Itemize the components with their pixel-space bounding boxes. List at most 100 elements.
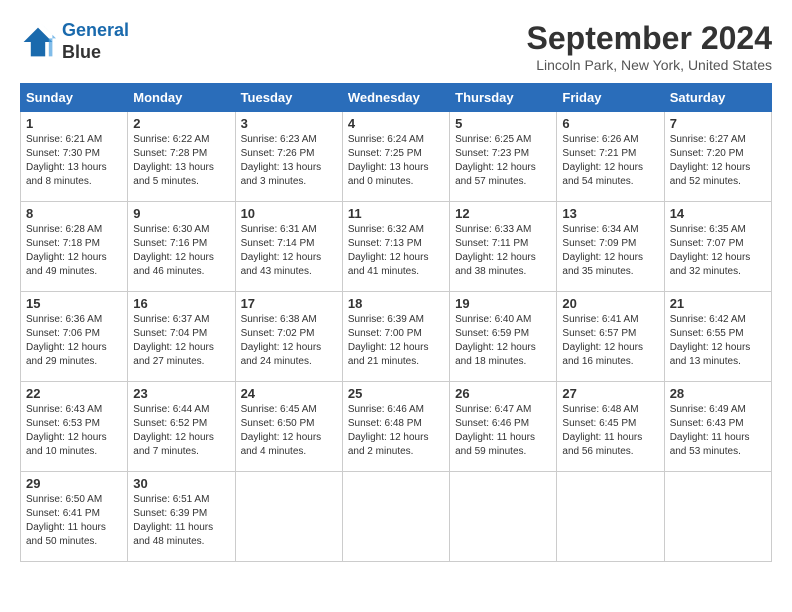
logo-line1: General bbox=[62, 20, 129, 40]
calendar-cell: 11 Sunrise: 6:32 AMSunset: 7:13 PMDaylig… bbox=[342, 202, 449, 292]
day-info: Sunrise: 6:21 AMSunset: 7:30 PMDaylight:… bbox=[26, 133, 122, 189]
calendar-cell: 10 Sunrise: 6:31 AMSunset: 7:14 PMDaylig… bbox=[235, 202, 342, 292]
calendar-table: SundayMondayTuesdayWednesdayThursdayFrid… bbox=[20, 83, 772, 562]
day-number: 2 bbox=[133, 116, 229, 131]
day-number: 9 bbox=[133, 206, 229, 221]
calendar-cell bbox=[235, 472, 342, 562]
calendar-cell: 25 Sunrise: 6:46 AMSunset: 6:48 PMDaylig… bbox=[342, 382, 449, 472]
day-info: Sunrise: 6:44 AMSunset: 6:52 PMDaylight:… bbox=[133, 403, 229, 459]
day-info: Sunrise: 6:33 AMSunset: 7:11 PMDaylight:… bbox=[455, 223, 551, 279]
day-info: Sunrise: 6:24 AMSunset: 7:25 PMDaylight:… bbox=[348, 133, 444, 189]
day-info: Sunrise: 6:36 AMSunset: 7:06 PMDaylight:… bbox=[26, 313, 122, 369]
day-number: 28 bbox=[670, 386, 766, 401]
day-info: Sunrise: 6:31 AMSunset: 7:14 PMDaylight:… bbox=[241, 223, 337, 279]
calendar-cell: 5 Sunrise: 6:25 AMSunset: 7:23 PMDayligh… bbox=[450, 112, 557, 202]
day-number: 30 bbox=[133, 476, 229, 491]
weekday-header-saturday: Saturday bbox=[664, 84, 771, 112]
calendar-cell bbox=[557, 472, 664, 562]
day-number: 11 bbox=[348, 206, 444, 221]
day-info: Sunrise: 6:48 AMSunset: 6:45 PMDaylight:… bbox=[562, 403, 658, 459]
logo: General Blue bbox=[20, 20, 129, 63]
week-row-1: 1 Sunrise: 6:21 AMSunset: 7:30 PMDayligh… bbox=[21, 112, 772, 202]
day-number: 12 bbox=[455, 206, 551, 221]
calendar-cell: 28 Sunrise: 6:49 AMSunset: 6:43 PMDaylig… bbox=[664, 382, 771, 472]
day-number: 26 bbox=[455, 386, 551, 401]
calendar-cell: 13 Sunrise: 6:34 AMSunset: 7:09 PMDaylig… bbox=[557, 202, 664, 292]
location-subtitle: Lincoln Park, New York, United States bbox=[527, 57, 772, 73]
calendar-cell: 16 Sunrise: 6:37 AMSunset: 7:04 PMDaylig… bbox=[128, 292, 235, 382]
day-number: 18 bbox=[348, 296, 444, 311]
day-number: 6 bbox=[562, 116, 658, 131]
day-number: 19 bbox=[455, 296, 551, 311]
day-number: 3 bbox=[241, 116, 337, 131]
calendar-cell: 9 Sunrise: 6:30 AMSunset: 7:16 PMDayligh… bbox=[128, 202, 235, 292]
day-info: Sunrise: 6:42 AMSunset: 6:55 PMDaylight:… bbox=[670, 313, 766, 369]
day-info: Sunrise: 6:43 AMSunset: 6:53 PMDaylight:… bbox=[26, 403, 122, 459]
day-info: Sunrise: 6:46 AMSunset: 6:48 PMDaylight:… bbox=[348, 403, 444, 459]
logo-icon bbox=[20, 24, 56, 60]
day-info: Sunrise: 6:37 AMSunset: 7:04 PMDaylight:… bbox=[133, 313, 229, 369]
calendar-cell: 17 Sunrise: 6:38 AMSunset: 7:02 PMDaylig… bbox=[235, 292, 342, 382]
calendar-cell: 18 Sunrise: 6:39 AMSunset: 7:00 PMDaylig… bbox=[342, 292, 449, 382]
day-info: Sunrise: 6:50 AMSunset: 6:41 PMDaylight:… bbox=[26, 493, 122, 549]
day-info: Sunrise: 6:39 AMSunset: 7:00 PMDaylight:… bbox=[348, 313, 444, 369]
day-number: 29 bbox=[26, 476, 122, 491]
day-number: 20 bbox=[562, 296, 658, 311]
calendar-cell bbox=[664, 472, 771, 562]
day-info: Sunrise: 6:49 AMSunset: 6:43 PMDaylight:… bbox=[670, 403, 766, 459]
calendar-cell: 24 Sunrise: 6:45 AMSunset: 6:50 PMDaylig… bbox=[235, 382, 342, 472]
calendar-cell: 29 Sunrise: 6:50 AMSunset: 6:41 PMDaylig… bbox=[21, 472, 128, 562]
calendar-cell bbox=[342, 472, 449, 562]
week-row-5: 29 Sunrise: 6:50 AMSunset: 6:41 PMDaylig… bbox=[21, 472, 772, 562]
calendar-cell bbox=[450, 472, 557, 562]
logo-line2: Blue bbox=[62, 42, 129, 64]
day-info: Sunrise: 6:40 AMSunset: 6:59 PMDaylight:… bbox=[455, 313, 551, 369]
calendar-cell: 23 Sunrise: 6:44 AMSunset: 6:52 PMDaylig… bbox=[128, 382, 235, 472]
month-year-title: September 2024 bbox=[527, 20, 772, 57]
day-number: 7 bbox=[670, 116, 766, 131]
weekday-header-thursday: Thursday bbox=[450, 84, 557, 112]
day-info: Sunrise: 6:41 AMSunset: 6:57 PMDaylight:… bbox=[562, 313, 658, 369]
day-info: Sunrise: 6:35 AMSunset: 7:07 PMDaylight:… bbox=[670, 223, 766, 279]
day-info: Sunrise: 6:26 AMSunset: 7:21 PMDaylight:… bbox=[562, 133, 658, 189]
day-number: 21 bbox=[670, 296, 766, 311]
calendar-cell: 21 Sunrise: 6:42 AMSunset: 6:55 PMDaylig… bbox=[664, 292, 771, 382]
day-number: 5 bbox=[455, 116, 551, 131]
calendar-cell: 4 Sunrise: 6:24 AMSunset: 7:25 PMDayligh… bbox=[342, 112, 449, 202]
page-header: General Blue September 2024 Lincoln Park… bbox=[20, 20, 772, 73]
logo-text: General Blue bbox=[62, 20, 129, 63]
day-info: Sunrise: 6:23 AMSunset: 7:26 PMDaylight:… bbox=[241, 133, 337, 189]
calendar-cell: 20 Sunrise: 6:41 AMSunset: 6:57 PMDaylig… bbox=[557, 292, 664, 382]
week-row-2: 8 Sunrise: 6:28 AMSunset: 7:18 PMDayligh… bbox=[21, 202, 772, 292]
day-number: 8 bbox=[26, 206, 122, 221]
calendar-cell: 7 Sunrise: 6:27 AMSunset: 7:20 PMDayligh… bbox=[664, 112, 771, 202]
calendar-cell: 30 Sunrise: 6:51 AMSunset: 6:39 PMDaylig… bbox=[128, 472, 235, 562]
day-number: 10 bbox=[241, 206, 337, 221]
day-number: 27 bbox=[562, 386, 658, 401]
day-info: Sunrise: 6:27 AMSunset: 7:20 PMDaylight:… bbox=[670, 133, 766, 189]
weekday-header-row: SundayMondayTuesdayWednesdayThursdayFrid… bbox=[21, 84, 772, 112]
weekday-header-tuesday: Tuesday bbox=[235, 84, 342, 112]
day-number: 1 bbox=[26, 116, 122, 131]
day-number: 4 bbox=[348, 116, 444, 131]
calendar-cell: 15 Sunrise: 6:36 AMSunset: 7:06 PMDaylig… bbox=[21, 292, 128, 382]
calendar-cell: 3 Sunrise: 6:23 AMSunset: 7:26 PMDayligh… bbox=[235, 112, 342, 202]
day-info: Sunrise: 6:28 AMSunset: 7:18 PMDaylight:… bbox=[26, 223, 122, 279]
day-number: 22 bbox=[26, 386, 122, 401]
weekday-header-friday: Friday bbox=[557, 84, 664, 112]
weekday-header-monday: Monday bbox=[128, 84, 235, 112]
day-info: Sunrise: 6:22 AMSunset: 7:28 PMDaylight:… bbox=[133, 133, 229, 189]
calendar-cell: 27 Sunrise: 6:48 AMSunset: 6:45 PMDaylig… bbox=[557, 382, 664, 472]
day-number: 14 bbox=[670, 206, 766, 221]
title-block: September 2024 Lincoln Park, New York, U… bbox=[527, 20, 772, 73]
calendar-cell: 12 Sunrise: 6:33 AMSunset: 7:11 PMDaylig… bbox=[450, 202, 557, 292]
weekday-header-sunday: Sunday bbox=[21, 84, 128, 112]
week-row-4: 22 Sunrise: 6:43 AMSunset: 6:53 PMDaylig… bbox=[21, 382, 772, 472]
day-info: Sunrise: 6:25 AMSunset: 7:23 PMDaylight:… bbox=[455, 133, 551, 189]
weekday-header-wednesday: Wednesday bbox=[342, 84, 449, 112]
day-number: 13 bbox=[562, 206, 658, 221]
day-info: Sunrise: 6:30 AMSunset: 7:16 PMDaylight:… bbox=[133, 223, 229, 279]
calendar-cell: 2 Sunrise: 6:22 AMSunset: 7:28 PMDayligh… bbox=[128, 112, 235, 202]
calendar-cell: 22 Sunrise: 6:43 AMSunset: 6:53 PMDaylig… bbox=[21, 382, 128, 472]
calendar-cell: 26 Sunrise: 6:47 AMSunset: 6:46 PMDaylig… bbox=[450, 382, 557, 472]
